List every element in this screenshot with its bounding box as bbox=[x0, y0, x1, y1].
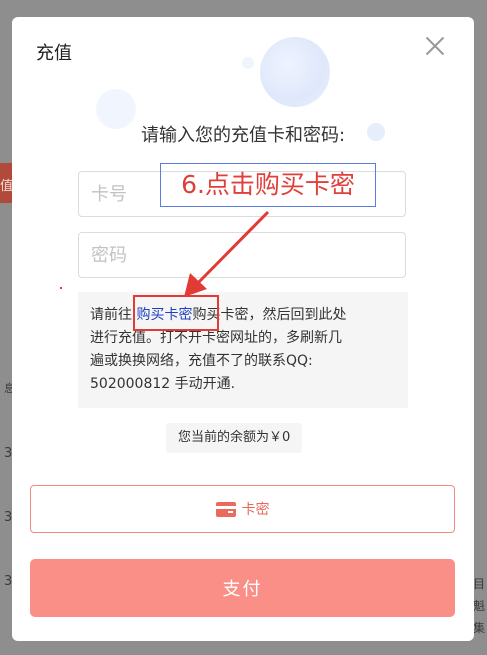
annotation-highlight-box bbox=[133, 295, 219, 331]
annotation-arrow-icon bbox=[184, 210, 270, 297]
